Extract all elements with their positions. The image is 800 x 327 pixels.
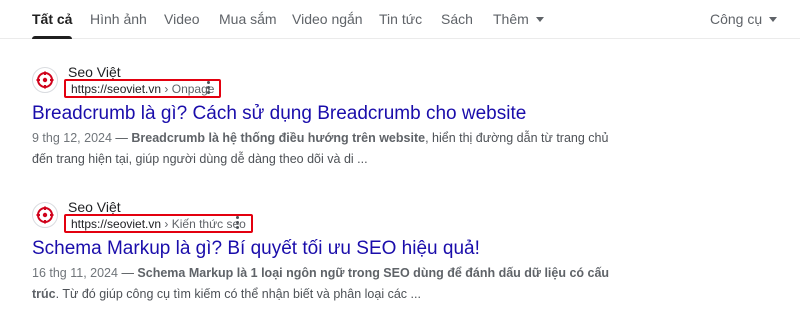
tab-short-videos[interactable]: Video ngắn <box>292 0 363 38</box>
search-result: Seo Việt https://seoviet.vn › Kiến thức … <box>32 199 632 301</box>
site-favicon-icon <box>32 202 58 228</box>
site-favicon-icon <box>32 67 58 93</box>
snippet-highlight: trúc <box>32 287 56 301</box>
chevron-down-icon <box>769 16 778 22</box>
highlighted-url: https://seoviet.vn › Kiến thức seo <box>64 214 253 233</box>
tab-shopping[interactable]: Mua sắm <box>219 0 277 38</box>
result-date: 9 thg 12, 2024 <box>32 131 112 145</box>
search-result: Seo Việt https://seoviet.vn › Onpage Bre… <box>32 64 632 166</box>
more-options-icon[interactable] <box>234 216 240 230</box>
search-tabs: Tất cả Hình ảnh Video Mua sắm Video ngắn… <box>0 0 800 39</box>
url-separator: › <box>164 82 169 96</box>
snippet-text: , hiển thị đường dẫn từ trang chủ <box>425 131 609 145</box>
snippet-highlight: Schema Markup là 1 loại ngôn ngữ trong S… <box>137 266 610 280</box>
result-snippet: 16 thg 11, 2024 — Schema Markup là 1 loạ… <box>32 263 622 305</box>
snippet-text: . Từ đó giúp công cụ tìm kiếm có thể nhậ… <box>55 287 421 301</box>
tools-button[interactable]: Công cụ <box>710 0 778 38</box>
tab-books[interactable]: Sách <box>441 0 473 38</box>
highlighted-url: https://seoviet.vn › Onpage <box>64 79 222 98</box>
snippet-highlight: Breadcrumb là hệ thống điều hướng trên w… <box>131 131 426 145</box>
tools-label: Công cụ <box>710 11 763 27</box>
snippet-dash: — <box>111 131 132 145</box>
site-name: Seo Việt <box>68 199 121 215</box>
tab-all[interactable]: Tất cả <box>32 0 73 39</box>
site-name: Seo Việt <box>68 64 121 80</box>
result-date: 16 thg 11, 2024 <box>32 266 118 280</box>
url-domain: https://seoviet.vn <box>71 82 162 96</box>
snippet-dash: — <box>117 266 138 280</box>
result-title-link[interactable]: Schema Markup là gì? Bí quyết tối ưu SEO… <box>32 237 480 261</box>
snippet-text: đến trang hiện tại, giúp người dùng dễ d… <box>32 152 368 166</box>
tab-images[interactable]: Hình ảnh <box>90 0 147 38</box>
result-source[interactable]: Seo Việt https://seoviet.vn › Onpage <box>32 64 632 100</box>
url-domain: https://seoviet.vn <box>71 217 162 231</box>
tab-videos[interactable]: Video <box>164 0 200 38</box>
tab-news[interactable]: Tin tức <box>379 0 422 38</box>
result-source[interactable]: Seo Việt https://seoviet.vn › Kiến thức … <box>32 199 632 235</box>
url-separator: › <box>164 217 169 231</box>
result-title-link[interactable]: Breadcrumb là gì? Cách sử dụng Breadcrum… <box>32 102 526 126</box>
chevron-down-icon <box>535 16 544 22</box>
more-options-icon[interactable] <box>205 81 211 95</box>
result-snippet: 9 thg 12, 2024 — Breadcrumb là hệ thống … <box>32 128 622 170</box>
tab-more[interactable]: Thêm <box>493 0 544 38</box>
tab-more-label: Thêm <box>493 11 529 27</box>
